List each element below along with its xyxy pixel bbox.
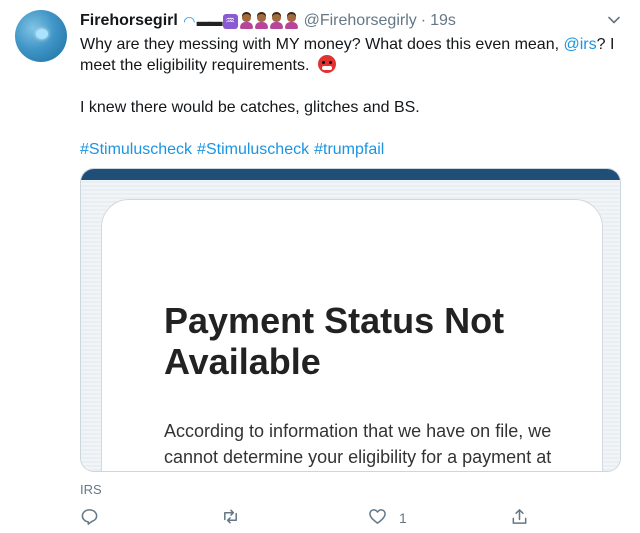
timestamp[interactable]: 19s bbox=[430, 12, 456, 30]
chevron-down-icon[interactable] bbox=[606, 12, 622, 28]
irs-header-bar bbox=[81, 169, 620, 180]
tweet-text: Why are they messing with MY money? What… bbox=[80, 34, 620, 160]
retweet-icon bbox=[221, 507, 240, 529]
wave-emoji-icon: ◠ bbox=[183, 12, 195, 29]
share-icon bbox=[510, 507, 529, 529]
share-button[interactable] bbox=[510, 508, 529, 528]
display-name[interactable]: Firehorsegirl bbox=[80, 12, 178, 30]
name-emojis: ◠ ▬▬ ♒ bbox=[184, 13, 298, 30]
aquarius-emoji-icon: ♒ bbox=[222, 13, 238, 29]
like-button[interactable]: 1 bbox=[368, 508, 407, 528]
hashtag-list: #Stimuluscheck #Stimuluscheck #trumpfail bbox=[80, 139, 620, 160]
reply-button[interactable] bbox=[80, 508, 99, 528]
like-count: 1 bbox=[399, 510, 407, 526]
avatar-glow bbox=[36, 29, 48, 39]
user-handle[interactable]: @Firehorsegirly bbox=[304, 12, 417, 30]
sunglasses-emoji-icon: ▬▬ bbox=[196, 13, 223, 29]
payment-status-title: Payment Status Not Available bbox=[164, 300, 505, 382]
media-image[interactable]: Payment Status Not Available According t… bbox=[80, 168, 621, 472]
avatar[interactable] bbox=[15, 10, 67, 62]
person-emoji-icon bbox=[239, 13, 253, 29]
angry-face-emoji-icon bbox=[317, 55, 336, 73]
reply-icon bbox=[80, 507, 99, 529]
payment-status-message: According to information that we have on… bbox=[164, 421, 552, 467]
media-source-label: IRS bbox=[80, 482, 102, 497]
payment-status-card: Payment Status Not Available According t… bbox=[101, 199, 603, 471]
tweet-actions: 1 bbox=[80, 508, 640, 530]
hashtag-link[interactable]: #trumpfail bbox=[314, 141, 384, 158]
heart-icon bbox=[368, 507, 387, 529]
retweet-button[interactable] bbox=[221, 508, 240, 528]
tweet-line-2: I knew there would be catches, glitches … bbox=[80, 99, 420, 116]
person-emoji-icon bbox=[269, 13, 283, 29]
person-emoji-icon bbox=[254, 13, 268, 29]
hashtag-link[interactable]: #Stimuluscheck bbox=[80, 141, 192, 158]
hashtag-link[interactable]: #Stimuluscheck bbox=[197, 141, 309, 158]
mention-link[interactable]: @irs bbox=[563, 36, 596, 53]
tweet-text-part1: Why are they messing with MY money? What… bbox=[80, 36, 564, 53]
person-emoji-icon bbox=[284, 13, 298, 29]
tweet-header: Firehorsegirl ◠ ▬▬ ♒ @Firehorsegirly · 1… bbox=[80, 10, 600, 32]
separator-dot: · bbox=[420, 12, 427, 29]
tweet-line-1: Why are they messing with MY money? What… bbox=[80, 34, 620, 76]
